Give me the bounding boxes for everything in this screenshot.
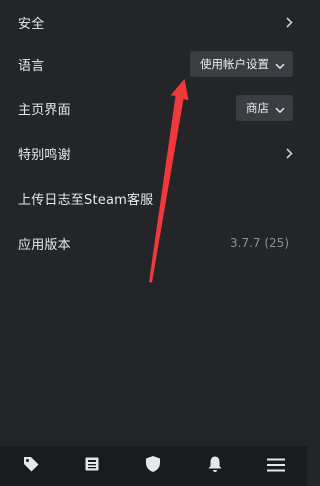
- app-version-label: 应用版本: [18, 237, 71, 253]
- bottom-tab-bar: [0, 446, 307, 486]
- home-dropdown[interactable]: 商店: [236, 95, 293, 121]
- bell-icon: [207, 455, 223, 477]
- language-dropdown[interactable]: 使用帐户设置: [190, 51, 293, 77]
- home-dropdown-value: 商店: [246, 101, 269, 115]
- chevron-down-icon: [275, 99, 285, 118]
- upload-log-label: 上传日志至Steam客服: [18, 192, 154, 208]
- menu-icon: [267, 457, 286, 476]
- settings-row-language: 语言 使用帐户设置: [0, 42, 307, 86]
- news-icon: [84, 456, 100, 476]
- tab-notifications[interactable]: [195, 446, 235, 486]
- app-version-value: 3.7.7 (25): [230, 236, 289, 250]
- language-label: 语言: [18, 58, 45, 74]
- tab-menu[interactable]: [256, 446, 296, 486]
- settings-row-credits[interactable]: 特别鸣谢: [0, 131, 307, 175]
- security-label: 安全: [18, 16, 45, 32]
- settings-row-security[interactable]: 安全: [0, 0, 307, 44]
- chevron-down-icon: [275, 55, 285, 74]
- settings-row-upload-log[interactable]: 上传日志至Steam客服: [0, 176, 307, 220]
- tab-security[interactable]: [133, 446, 173, 486]
- tab-store[interactable]: [11, 446, 51, 486]
- chevron-right-icon: [285, 16, 293, 28]
- credits-label: 特别鸣谢: [18, 147, 71, 163]
- tab-news[interactable]: [72, 446, 112, 486]
- settings-row-app-version: 应用版本 3.7.7 (25): [0, 221, 307, 265]
- settings-screen: 安全 语言 使用帐户设置 主页界面 商店 特别鸣谢 上传日志至Steam客服 应…: [0, 0, 307, 486]
- shield-icon: [145, 455, 161, 477]
- home-label: 主页界面: [18, 102, 71, 118]
- settings-row-home: 主页界面 商店: [0, 86, 307, 130]
- chevron-right-icon: [285, 147, 293, 159]
- tag-icon: [22, 455, 40, 477]
- language-dropdown-value: 使用帐户设置: [200, 57, 269, 71]
